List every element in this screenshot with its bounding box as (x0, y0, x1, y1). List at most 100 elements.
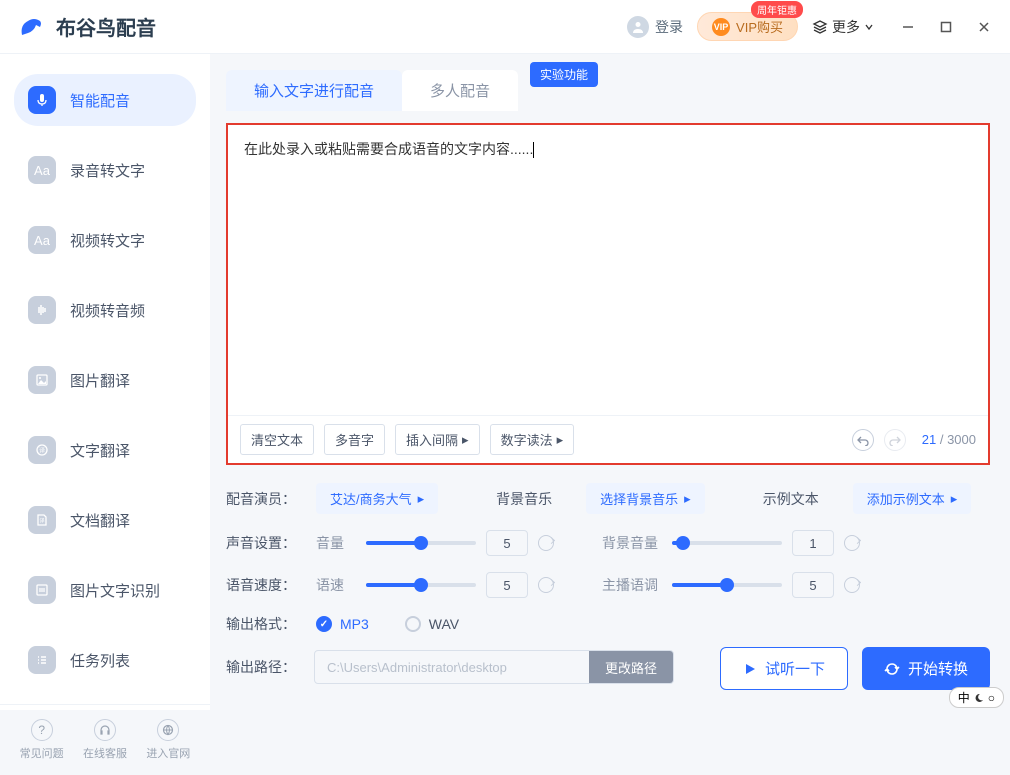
sidebar-item-label: 视频转音频 (70, 300, 145, 321)
bird-icon (16, 11, 48, 43)
support-button[interactable]: 在线客服 (83, 719, 127, 761)
format-mp3-label: MP3 (340, 616, 369, 632)
refresh-icon (884, 661, 900, 677)
format-label: 输出格式： (226, 614, 302, 634)
moon-icon (974, 693, 984, 703)
bg-volume-reset-button[interactable] (844, 535, 860, 551)
sidebar-item-label: 图片文字识别 (70, 580, 160, 601)
text-editor[interactable]: 在此处录入或粘贴需要合成语音的文字内容...... (228, 125, 988, 415)
website-button[interactable]: 进入官网 (146, 719, 190, 761)
globe-icon (157, 719, 179, 741)
tab-text-input[interactable]: 输入文字进行配音 (226, 70, 402, 111)
speed-settings-label: 语音速度： (226, 575, 302, 595)
sidebar-item-label: 文档翻译 (70, 510, 130, 531)
sidebar: 智能配音 Aa 录音转文字 Aa 视频转文字 视频转音频 图片翻译 译 文字翻译… (0, 54, 210, 710)
support-label: 在线客服 (83, 745, 127, 761)
avatar-icon (627, 16, 649, 38)
rate-reset-button[interactable] (538, 577, 554, 593)
sidebar-item-video-to-text[interactable]: Aa 视频转文字 (14, 214, 196, 266)
app-title: 布谷鸟配音 (56, 12, 156, 41)
format-wav-radio[interactable]: WAV (405, 616, 459, 632)
sidebar-item-audio-to-text[interactable]: Aa 录音转文字 (14, 144, 196, 196)
circle-icon: ○ (988, 691, 995, 705)
convert-button[interactable]: 开始转换 (862, 647, 990, 690)
bg-volume-label: 背景音量 (602, 533, 662, 553)
redo-button[interactable] (884, 429, 906, 451)
pitch-reset-button[interactable] (844, 577, 860, 593)
ocr-icon (28, 576, 56, 604)
sidebar-item-label: 任务列表 (70, 650, 130, 671)
translate-icon: 译 (28, 436, 56, 464)
output-path-field[interactable]: C:\Users\Administrator\desktop 更改路径 (314, 650, 674, 684)
question-icon: ? (31, 719, 53, 741)
tab-multi-voice[interactable]: 多人配音 (402, 70, 518, 111)
output-path-value: C:\Users\Administrator\desktop (315, 660, 589, 675)
change-path-button[interactable]: 更改路径 (589, 651, 673, 683)
maximize-button[interactable] (936, 17, 956, 37)
rate-value[interactable]: 5 (486, 572, 528, 598)
titlebar: 布谷鸟配音 登录 VIP VIP购买 周年钜惠 更多 (0, 0, 1010, 54)
vip-label: VIP购买 (736, 17, 783, 36)
output-path-label: 输出路径： (226, 657, 302, 677)
insert-gap-button[interactable]: 插入间隔▸ (395, 424, 480, 455)
sidebar-item-label: 图片翻译 (70, 370, 130, 391)
sidebar-item-doc-translate[interactable]: 译 文档翻译 (14, 494, 196, 546)
waveform-icon (28, 296, 56, 324)
triangle-right-icon: ▸ (462, 432, 469, 448)
volume-reset-button[interactable] (538, 535, 554, 551)
sidebar-item-label: 视频转文字 (70, 230, 145, 251)
triangle-right-icon: ▸ (951, 491, 958, 507)
sidebar-item-smart-dubbing[interactable]: 智能配音 (14, 74, 196, 126)
audio-text-icon: Aa (28, 156, 56, 184)
voice-actor-label: 配音演员： (226, 489, 302, 509)
text-editor-container: 在此处录入或粘贴需要合成语音的文字内容...... 清空文本 多音字 插入间隔▸… (226, 123, 990, 465)
bgm-select[interactable]: 选择背景音乐▸ (586, 483, 705, 514)
vip-buy-button[interactable]: VIP VIP购买 周年钜惠 (697, 12, 798, 41)
chevron-down-icon (864, 22, 874, 32)
pitch-label: 主播语调 (602, 575, 662, 595)
svg-text:译: 译 (39, 518, 44, 525)
minimize-button[interactable] (898, 17, 918, 37)
bg-volume-slider[interactable] (672, 541, 782, 545)
sample-label: 示例文本 (763, 489, 839, 509)
format-mp3-radio[interactable]: MP3 (316, 616, 369, 632)
volume-label: 音量 (316, 533, 356, 553)
pitch-value[interactable]: 5 (792, 572, 834, 598)
website-label: 进入官网 (146, 745, 190, 761)
radio-unchecked-icon (405, 616, 421, 632)
sidebar-item-text-translate[interactable]: 译 文字翻译 (14, 424, 196, 476)
rate-slider[interactable] (366, 583, 476, 587)
volume-slider[interactable] (366, 541, 476, 545)
preview-button[interactable]: 试听一下 (720, 647, 848, 690)
format-wav-label: WAV (429, 616, 459, 632)
image-icon (28, 366, 56, 394)
more-button[interactable]: 更多 (812, 17, 874, 37)
bg-volume-value[interactable]: 1 (792, 530, 834, 556)
polyphone-button[interactable]: 多音字 (324, 424, 385, 455)
login-button[interactable]: 登录 (627, 16, 683, 38)
pitch-slider[interactable] (672, 583, 782, 587)
sidebar-item-tasks[interactable]: 任务列表 (14, 634, 196, 686)
voice-actor-select[interactable]: 艾达/商务大气▸ (316, 483, 438, 514)
faq-label: 常见问题 (20, 745, 64, 761)
sample-select[interactable]: 添加示例文本▸ (853, 483, 972, 514)
play-icon (743, 662, 757, 676)
volume-value[interactable]: 5 (486, 530, 528, 556)
undo-button[interactable] (852, 429, 874, 451)
close-button[interactable] (974, 17, 994, 37)
faq-button[interactable]: ? 常见问题 (20, 719, 64, 761)
sidebar-item-image-translate[interactable]: 图片翻译 (14, 354, 196, 406)
rate-label: 语速 (316, 575, 356, 595)
ime-indicator: 中 ○ (949, 687, 1004, 708)
radio-checked-icon (316, 616, 332, 632)
triangle-right-icon: ▸ (557, 432, 564, 448)
clear-text-button[interactable]: 清空文本 (240, 424, 314, 455)
number-read-button[interactable]: 数字读法▸ (490, 424, 575, 455)
app-logo: 布谷鸟配音 (16, 11, 156, 43)
sidebar-item-ocr[interactable]: 图片文字识别 (14, 564, 196, 616)
sidebar-item-label: 文字翻译 (70, 440, 130, 461)
sidebar-item-video-to-audio[interactable]: 视频转音频 (14, 284, 196, 336)
main-panel: 输入文字进行配音 多人配音 实验功能 在此处录入或粘贴需要合成语音的文字内容..… (210, 54, 1010, 710)
document-icon: 译 (28, 506, 56, 534)
editor-content: 在此处录入或粘贴需要合成语音的文字内容...... (244, 141, 533, 157)
